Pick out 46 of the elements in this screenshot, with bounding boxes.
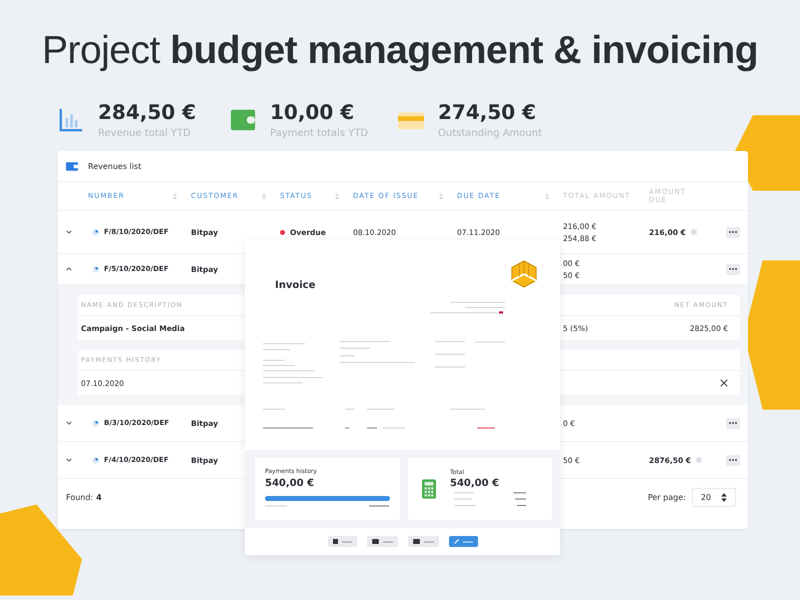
close-icon[interactable] [720, 379, 728, 387]
card-title: Revenues list [88, 162, 142, 170]
print-button[interactable] [366, 536, 398, 547]
label-line-drawing [424, 540, 434, 542]
more-button[interactable] [726, 454, 740, 466]
card-amount: 540,00 € [265, 478, 316, 489]
cube-logo-icon [510, 260, 538, 288]
card-amount: 540,00 € [450, 478, 500, 489]
more-button[interactable] [726, 226, 740, 238]
more-button[interactable] [726, 418, 740, 428]
list-icon [66, 162, 78, 170]
more-button[interactable] [726, 264, 740, 274]
found-label: Found: [66, 493, 94, 502]
document-icon [92, 228, 99, 236]
label-line-drawing [462, 540, 472, 542]
envelope-icon [412, 539, 420, 544]
chevron-up-icon[interactable] [66, 267, 72, 271]
stat-value: 284,50 € [98, 100, 196, 124]
updown-icon [721, 493, 727, 502]
chevron-down-icon[interactable] [66, 230, 72, 234]
label-line-drawing [342, 540, 352, 542]
invoice-title: Invoice [275, 280, 316, 291]
edit-button[interactable] [448, 536, 478, 547]
stat-value: 10,00 € [270, 100, 356, 124]
per-page-select[interactable]: 20 [692, 488, 736, 507]
stat-label: Outstanding Amount [438, 128, 542, 139]
copy-icon [332, 539, 338, 544]
calculator-icon [422, 479, 436, 499]
label-line-drawing [382, 540, 392, 542]
printer-icon [372, 539, 378, 544]
bar-chart-icon [58, 106, 84, 132]
chevron-down-icon[interactable] [66, 458, 72, 462]
stat-value: 274,50 € [438, 100, 538, 124]
send-button[interactable] [408, 536, 438, 547]
stat-label: Payment totals YTD [270, 128, 368, 139]
copy-button[interactable] [328, 536, 356, 547]
status-dot [280, 230, 285, 234]
pencil-icon [454, 539, 458, 544]
headline: Project budget management & invoicing [40, 28, 760, 74]
document-icon [92, 266, 99, 272]
found-count: 4 [96, 493, 102, 502]
per-page-label: Per page: [648, 493, 686, 502]
document-icon [92, 420, 99, 426]
document-icon [92, 456, 99, 464]
chevron-down-icon[interactable] [66, 421, 72, 425]
stat-label: Revenue total YTD [98, 128, 192, 139]
